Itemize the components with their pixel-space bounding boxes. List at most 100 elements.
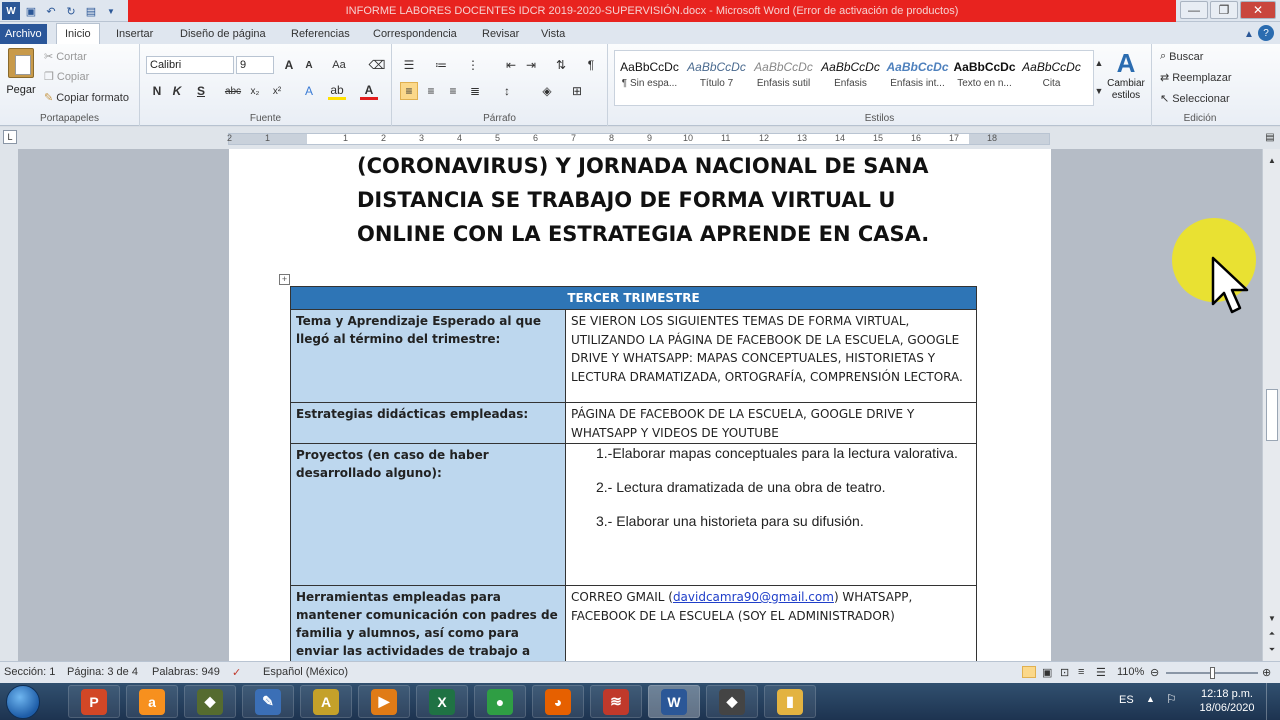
table-move-handle-icon[interactable]: + xyxy=(279,274,290,285)
zoom-in-icon[interactable]: ⊕ xyxy=(1262,666,1271,679)
outline-icon[interactable]: ≡ xyxy=(1078,666,1084,678)
change-styles-button[interactable]: A Cambiar estilos xyxy=(1104,48,1148,102)
taskbar-app[interactable]: A xyxy=(300,685,352,718)
style-cita[interactable]: AaBbCcDc Cita xyxy=(1018,56,1085,102)
change-case-icon[interactable]: Aa xyxy=(330,56,348,74)
copy-button[interactable]: ❐ Copiar xyxy=(44,70,89,84)
next-page-icon[interactable]: ⏷ xyxy=(1263,641,1280,659)
zoom-out-icon[interactable]: ⊖ xyxy=(1150,666,1159,679)
increase-indent-icon[interactable]: ⇥ xyxy=(522,56,540,74)
bold-icon[interactable]: N xyxy=(148,82,166,100)
taskbar-app[interactable]: ◆ xyxy=(184,685,236,718)
font-name-combo[interactable]: Calibri xyxy=(146,56,234,74)
tab-inicio[interactable]: Inicio xyxy=(56,23,100,44)
status-language[interactable]: Español (México) xyxy=(263,666,348,678)
shrink-font-icon[interactable]: A xyxy=(300,56,318,74)
tray-clock[interactable]: 12:18 p.m. 18/06/2020 xyxy=(1196,687,1258,715)
web-layout-icon[interactable]: ⊡ xyxy=(1060,666,1069,679)
email-link[interactable]: davidcamra90@gmail.com xyxy=(673,590,834,604)
tab-referencias[interactable]: Referencias xyxy=(283,24,358,44)
tab-diseno-pagina[interactable]: Diseño de página xyxy=(172,24,274,44)
show-marks-icon[interactable]: ¶ xyxy=(582,56,600,74)
taskbar-app-active[interactable]: W xyxy=(648,685,700,718)
full-screen-icon[interactable]: ▣ xyxy=(1042,666,1052,679)
bullets-icon[interactable]: ☰ xyxy=(400,56,418,74)
line-spacing-icon[interactable]: ↕ xyxy=(498,82,516,100)
justify-icon[interactable]: ≣ xyxy=(466,82,484,100)
row-value[interactable]: SE VIERON LOS SIGUIENTES TEMAS DE FORMA … xyxy=(566,310,976,402)
style-titulo-7[interactable]: AaBbCcDc Título 7 xyxy=(683,56,750,102)
clear-format-icon[interactable]: ⌫ xyxy=(368,56,386,74)
style-enfasis-intenso[interactable]: AaBbCcDc Énfasis int... xyxy=(884,56,951,102)
superscript-icon[interactable]: x² xyxy=(268,82,286,100)
taskbar-app[interactable]: a xyxy=(126,685,178,718)
cut-button[interactable]: ✂ Cortar xyxy=(44,50,87,64)
numbering-icon[interactable]: ≔ xyxy=(432,56,450,74)
show-desktop-button[interactable] xyxy=(1266,683,1280,720)
replace-button[interactable]: ⇄ Reemplazar xyxy=(1160,71,1232,85)
status-zoom[interactable]: 110% xyxy=(1117,666,1144,678)
help-icon[interactable]: ? xyxy=(1258,25,1274,41)
horizontal-ruler[interactable]: 2 1 1 2 3 4 5 6 7 8 9 10 11 12 13 14 15 … xyxy=(227,133,1050,145)
scrollbar-thumb[interactable] xyxy=(1266,389,1278,441)
tab-correspondencia[interactable]: Correspondencia xyxy=(365,24,465,44)
italic-icon[interactable]: K xyxy=(168,82,186,100)
minimize-button[interactable]: — xyxy=(1180,1,1208,19)
underline-icon[interactable]: S xyxy=(192,82,210,100)
sort-icon[interactable]: ⇅ xyxy=(552,56,570,74)
vertical-ruler[interactable] xyxy=(0,149,18,661)
text-effects-icon[interactable]: A xyxy=(300,82,318,100)
taskbar-app[interactable]: ● xyxy=(474,685,526,718)
taskbar-app[interactable]: X xyxy=(416,685,468,718)
undo-icon[interactable]: ↶ xyxy=(42,2,60,20)
taskbar-app[interactable]: ◕ xyxy=(532,685,584,718)
subscript-icon[interactable]: x₂ xyxy=(246,82,264,100)
find-button[interactable]: ⌕ Buscar xyxy=(1160,50,1203,63)
align-right-icon[interactable]: ≡ xyxy=(444,82,462,100)
grow-font-icon[interactable]: A xyxy=(280,56,298,74)
scroll-up-icon[interactable]: ▲ xyxy=(1263,151,1280,169)
start-button-icon[interactable] xyxy=(6,685,40,719)
style-enfasis-sutil[interactable]: AaBbCcDc Énfasis sutil xyxy=(750,56,817,102)
paste-button[interactable]: Pegar xyxy=(6,48,36,98)
style-enfasis[interactable]: AaBbCcDc Énfasis xyxy=(817,56,884,102)
zoom-slider-thumb[interactable] xyxy=(1210,667,1215,679)
tab-vista[interactable]: Vista xyxy=(533,24,573,44)
align-center-icon[interactable]: ≡ xyxy=(422,82,440,100)
taskbar-app[interactable]: ▶ xyxy=(358,685,410,718)
close-button[interactable]: ✕ xyxy=(1240,1,1276,19)
font-size-combo[interactable]: 9 xyxy=(236,56,274,74)
zoom-slider[interactable] xyxy=(1166,667,1258,679)
status-page[interactable]: Página: 3 de 4 xyxy=(67,666,138,678)
decrease-indent-icon[interactable]: ⇤ xyxy=(502,56,520,74)
strikethrough-icon[interactable]: abc xyxy=(224,82,242,100)
tray-arrow-icon[interactable]: ▲ xyxy=(1146,694,1155,704)
customize-qat-icon[interactable]: ▼ xyxy=(102,2,120,20)
row-value[interactable]: CORREO GMAIL (davidcamra90@gmail.com) WH… xyxy=(566,586,976,661)
tab-insertar[interactable]: Insertar xyxy=(108,24,161,44)
status-section[interactable]: Sección: 1 xyxy=(4,666,55,678)
network-icon[interactable]: ⚐ xyxy=(1166,692,1177,706)
spelling-check-icon[interactable]: ✓ xyxy=(232,666,241,679)
restore-button[interactable]: ❐ xyxy=(1210,1,1238,19)
borders-icon[interactable]: ⊞ xyxy=(568,82,586,100)
row-value[interactable]: PÁGINA DE FACEBOOK DE LA ESCUELA, GOOGLE… xyxy=(566,403,976,443)
tab-revisar[interactable]: Revisar xyxy=(474,24,527,44)
save-icon[interactable]: ▣ xyxy=(22,2,40,20)
tab-archivo[interactable]: Archivo xyxy=(0,24,47,44)
vertical-scrollbar[interactable]: ▲ ▼ ⏶ ⏷ xyxy=(1262,149,1280,661)
document-page[interactable]: (CORONAVIRUS) Y JORNADA NACIONAL DE SANA… xyxy=(229,149,1051,661)
select-button[interactable]: ↖ Seleccionar xyxy=(1160,92,1230,106)
align-left-icon[interactable]: ≡ xyxy=(400,82,418,100)
taskbar-app[interactable]: ◆ xyxy=(706,685,758,718)
taskbar-app[interactable]: P xyxy=(68,685,120,718)
tab-selector-icon[interactable]: L xyxy=(3,130,17,144)
print-layout-icon[interactable] xyxy=(1022,666,1036,678)
font-color-icon[interactable]: A xyxy=(360,82,378,100)
style-sin-espaciado[interactable]: AaBbCcDc ¶ Sin espa... xyxy=(616,56,683,102)
view-ruler-icon[interactable]: ▤ xyxy=(1263,130,1277,144)
draft-icon[interactable]: ☰ xyxy=(1096,666,1106,679)
collapse-ribbon-icon[interactable]: ▲ xyxy=(1240,25,1258,43)
taskbar-app[interactable]: ▮ xyxy=(764,685,816,718)
multilevel-list-icon[interactable]: ⋮ xyxy=(464,56,482,74)
